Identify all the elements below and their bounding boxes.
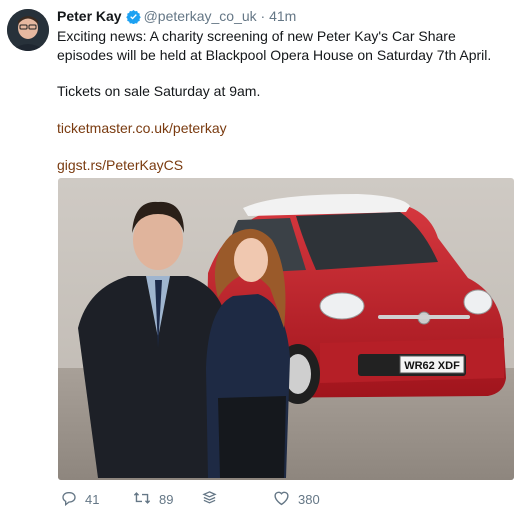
tweet-photo[interactable]: WR62 XDF [58,178,514,480]
retweet-button[interactable]: 89 [133,490,173,509]
tweet-text-paragraph-1: Exciting news: A charity screening of ne… [57,28,492,63]
tweet-header: Peter Kay @peterkay_co_uk · 41m [57,7,296,28]
stack-button[interactable] [202,490,217,508]
like-count: 380 [298,492,320,507]
author-handle[interactable]: @peterkay_co_uk [144,8,257,24]
stack-icon [202,490,217,508]
retweet-count: 89 [159,492,174,507]
ticketmaster-link[interactable]: ticketmaster.co.uk/peterkay [57,120,227,136]
author-name[interactable]: Peter Kay [57,8,122,24]
tweet[interactable]: Peter Kay @peterkay_co_uk · 41m Exciting … [0,0,519,522]
tweet-text: Exciting news: A charity screening of ne… [57,27,507,175]
reply-icon [61,490,77,509]
reply-button[interactable]: 41 [61,490,99,509]
avatar[interactable] [7,9,49,51]
like-button[interactable]: 380 [273,490,320,509]
gigstars-link[interactable]: gigst.rs/PeterKayCS [57,157,183,173]
reply-count: 41 [85,492,100,507]
retweet-icon [133,490,151,509]
tweet-actions: 41 89 380 [58,488,514,516]
tweet-text-paragraph-2: Tickets on sale Saturday at 9am. [57,83,261,99]
verified-badge-icon [125,9,141,28]
separator-dot: · [260,8,266,24]
license-plate: WR62 XDF [404,360,460,372]
tweet-time[interactable]: 41m [269,8,296,24]
heart-icon [273,490,290,509]
